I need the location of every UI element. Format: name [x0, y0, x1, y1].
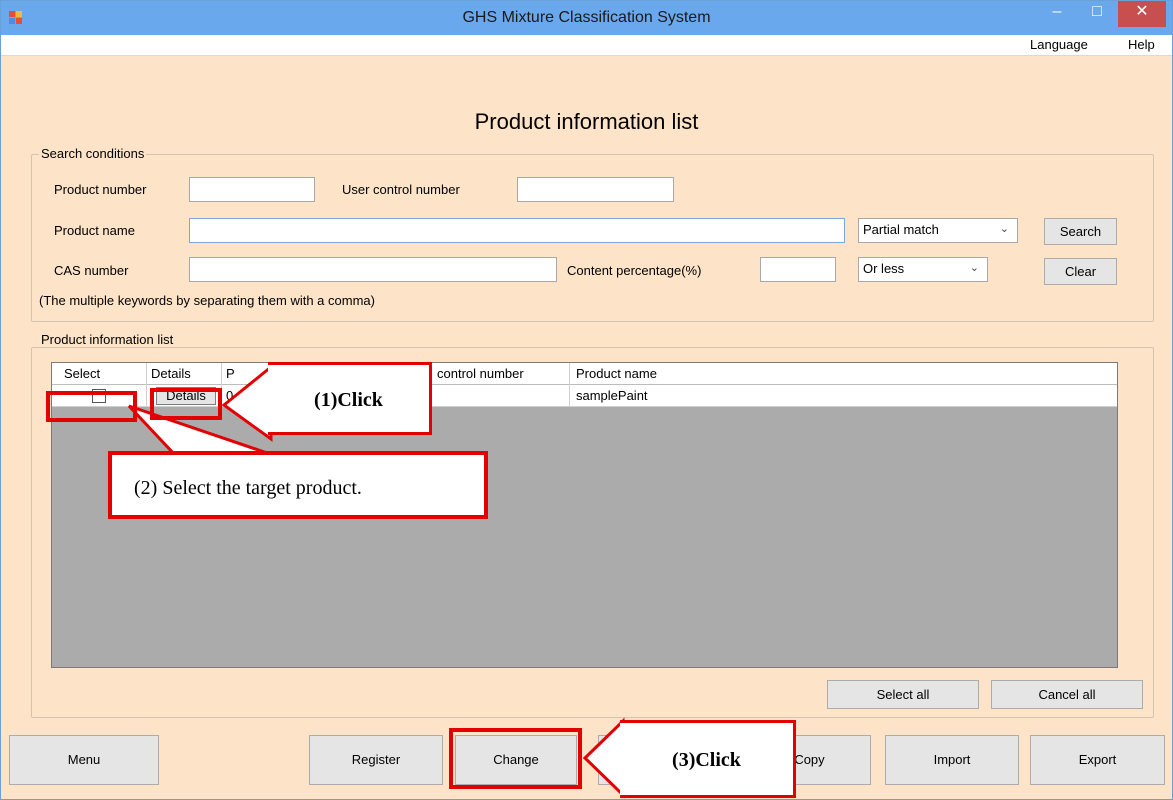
clear-button[interactable]: Clear: [1044, 258, 1117, 285]
page-title: Product information list: [474, 109, 699, 134]
product-name-label: Product name: [54, 223, 135, 238]
details-highlight: [150, 388, 222, 420]
app-window: GHS Mixture Classification System – □ ✕ …: [0, 0, 1173, 800]
cancel-all-button[interactable]: Cancel all: [991, 680, 1143, 709]
callout-click-details-text: (1)Click: [314, 389, 383, 411]
product-number-label: Product number: [54, 182, 147, 197]
export-button[interactable]: Export: [1030, 735, 1165, 785]
close-icon[interactable]: ✕: [1118, 1, 1166, 27]
callout-click-change-text: (3)Click: [672, 749, 741, 771]
name-match-select[interactable]: Partial match ⌄: [858, 218, 1018, 243]
product-name-cell: samplePaint: [576, 388, 648, 403]
select-all-button[interactable]: Select all: [827, 680, 979, 709]
content-mode-value: Or less: [863, 261, 905, 276]
menu-button[interactable]: Menu: [9, 735, 159, 785]
content-mode-select[interactable]: Or less ⌄: [858, 257, 988, 282]
chevron-down-icon: ⌄: [969, 262, 979, 274]
title-bar: GHS Mixture Classification System – □ ✕: [1, 1, 1172, 35]
import-button[interactable]: Import: [885, 735, 1019, 785]
search-button[interactable]: Search: [1044, 218, 1117, 245]
content-percentage-input[interactable]: [760, 257, 836, 282]
column-details[interactable]: Details: [147, 363, 222, 385]
callout-select-target: (2) Select the target product.: [108, 451, 488, 519]
register-button[interactable]: Register: [309, 735, 443, 785]
callout-click-details: (1)Click: [268, 362, 432, 435]
name-match-value: Partial match: [863, 222, 939, 237]
user-control-number-cell: [427, 385, 570, 407]
menu-bar: Language Help: [1, 35, 1172, 56]
search-hint: (The multiple keywords by separating the…: [39, 293, 375, 308]
menu-help[interactable]: Help: [1128, 37, 1155, 52]
minimize-icon[interactable]: –: [1037, 1, 1077, 27]
table-header: Select Details P control number Product …: [52, 363, 1117, 385]
content-percentage-label: Content percentage(%): [567, 263, 702, 278]
cas-number-input[interactable]: [189, 257, 557, 282]
window-title: GHS Mixture Classification System: [462, 9, 711, 26]
menu-language[interactable]: Language: [1030, 37, 1088, 52]
column-select[interactable]: Select: [52, 363, 147, 385]
column-user-control-number[interactable]: control number: [427, 363, 570, 385]
cas-number-label: CAS number: [54, 263, 129, 278]
product-list-label: Product information list: [39, 332, 176, 347]
callout-click-change: (3)Click: [620, 720, 796, 798]
product-number-input[interactable]: [189, 177, 315, 202]
select-highlight: [46, 391, 137, 422]
search-conditions-label: Search conditions: [39, 146, 147, 161]
callout-select-target-text: (2) Select the target product.: [134, 477, 362, 499]
column-product-name[interactable]: Product name: [570, 363, 1117, 385]
maximize-icon[interactable]: □: [1077, 1, 1117, 27]
user-control-number-label: User control number: [342, 182, 460, 197]
change-highlight: [449, 728, 582, 789]
product-name-input[interactable]: [189, 218, 845, 243]
user-control-number-input[interactable]: [517, 177, 674, 202]
chevron-down-icon: ⌄: [999, 223, 1009, 235]
